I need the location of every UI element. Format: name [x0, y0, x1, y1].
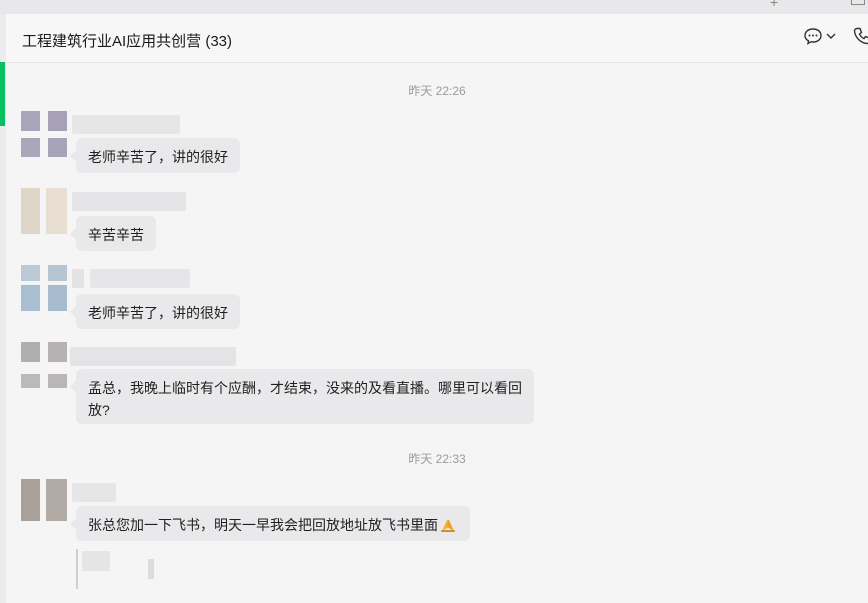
chat-window: 工程建筑行业AI应用共创营 (33) 昨天 22:26 老师辛苦了，讲的很好 辛… — [6, 14, 868, 603]
avatar[interactable] — [21, 265, 67, 311]
message-bubble[interactable]: 老师辛苦了，讲的很好 — [70, 138, 240, 173]
message-bubble[interactable]: 孟总，我晚上临时有个应酬，才结束，没来的及看直播。哪里可以看回 放? — [70, 369, 534, 424]
sender-name-redacted — [72, 269, 84, 288]
chat-header: 工程建筑行业AI应用共创营 (33) — [6, 14, 868, 63]
redacted-content — [148, 559, 154, 579]
redacted-content — [82, 551, 110, 571]
message-bubble[interactable]: 老师辛苦了，讲的很好 — [70, 294, 240, 329]
pray-emoji-icon — [439, 517, 457, 533]
message-text-line: 孟总，我晚上临时有个应酬，才结束，没来的及看直播。哪里可以看回 — [88, 380, 522, 396]
chevron-down-icon[interactable] — [825, 28, 837, 49]
sender-name-redacted — [90, 269, 190, 288]
timestamp: 昨天 22:26 — [408, 84, 466, 98]
message-bubble[interactable]: 张总您加一下飞书，明天一早我会把回放地址放飞书里面 — [70, 506, 470, 541]
message-text: 张总您加一下飞书，明天一早我会把回放地址放飞书里面 — [88, 517, 438, 533]
minimize-icon[interactable] — [851, 0, 865, 5]
active-chat-indicator — [0, 62, 5, 126]
sender-name-redacted — [72, 483, 116, 502]
sender-name-redacted — [72, 115, 180, 134]
avatar[interactable] — [21, 342, 67, 388]
avatar[interactable] — [21, 479, 67, 525]
window-top-strip: + — [0, 0, 868, 14]
phone-icon[interactable] — [852, 26, 868, 51]
sender-name-redacted — [70, 347, 236, 366]
sender-name-redacted — [72, 192, 186, 211]
message-list: 昨天 22:26 老师辛苦了，讲的很好 辛苦辛苦 老师辛苦了，讲的很好 孟总，我… — [6, 63, 868, 603]
add-icon[interactable]: + — [770, 0, 778, 10]
chat-bubble-icon[interactable] — [803, 26, 823, 51]
chat-title: 工程建筑行业AI应用共创营 (33) — [22, 33, 233, 50]
avatar[interactable] — [21, 188, 67, 234]
message-bubble[interactable]: 辛苦辛苦 — [70, 216, 156, 251]
message-text-line: 放? — [88, 402, 110, 418]
avatar[interactable] — [21, 111, 67, 157]
timestamp: 昨天 22:33 — [408, 452, 466, 466]
quoted-content-bar — [76, 549, 78, 589]
